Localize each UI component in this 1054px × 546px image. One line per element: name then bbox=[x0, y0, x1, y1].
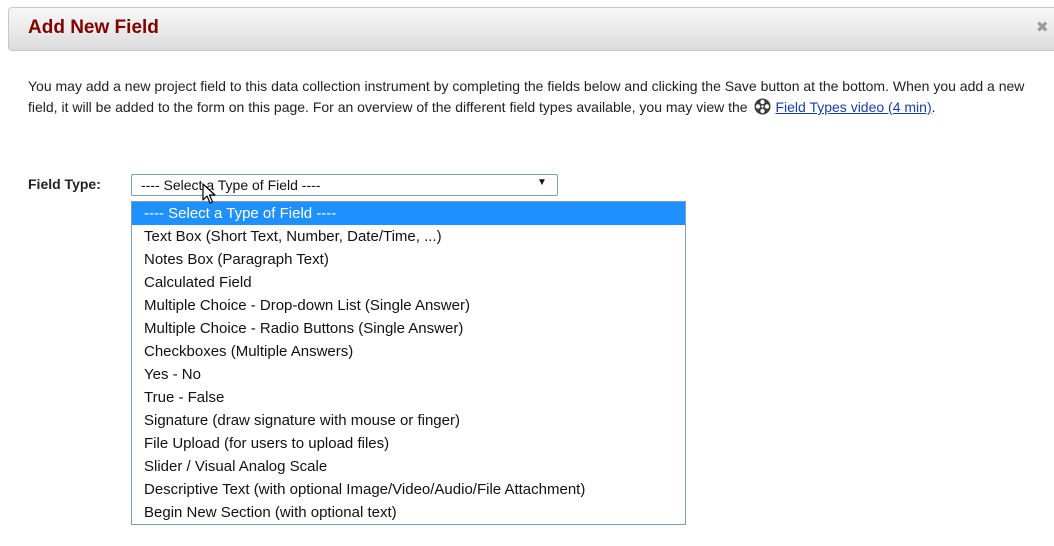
field-types-video-link[interactable]: Field Types video (4 min) bbox=[775, 99, 931, 115]
field-type-option[interactable]: True - False bbox=[132, 386, 685, 409]
field-type-option[interactable]: Slider / Visual Analog Scale bbox=[132, 455, 685, 478]
field-type-options-list: ---- Select a Type of Field ---- Text Box… bbox=[131, 201, 686, 525]
field-type-option[interactable]: Multiple Choice - Radio Buttons (Single … bbox=[132, 317, 685, 340]
field-type-option[interactable]: Signature (draw signature with mouse or … bbox=[132, 409, 685, 432]
field-type-option[interactable]: ---- Select a Type of Field ---- bbox=[132, 202, 685, 225]
dialog-title: Add New Field bbox=[28, 17, 159, 38]
field-type-selected-value: ---- Select a Type of Field ---- bbox=[141, 177, 321, 193]
field-type-option[interactable]: Notes Box (Paragraph Text) bbox=[132, 248, 685, 271]
field-type-option[interactable]: Text Box (Short Text, Number, Date/Time,… bbox=[132, 225, 685, 248]
field-type-option[interactable]: Multiple Choice - Drop-down List (Single… bbox=[132, 294, 685, 317]
field-type-option[interactable]: Checkboxes (Multiple Answers) bbox=[132, 340, 685, 363]
dialog-titlebar bbox=[8, 7, 1054, 51]
field-type-label: Field Type: bbox=[28, 176, 101, 192]
film-reel-icon bbox=[754, 98, 771, 115]
intro-paragraph: You may add a new project field to this … bbox=[28, 76, 1038, 118]
field-type-option[interactable]: Yes - No bbox=[132, 363, 685, 386]
intro-period: . bbox=[931, 99, 936, 115]
mouse-cursor-icon bbox=[202, 183, 216, 204]
close-icon[interactable]: ✖ bbox=[1036, 20, 1052, 36]
field-type-option[interactable]: Begin New Section (with optional text) bbox=[132, 501, 685, 524]
add-new-field-dialog: Add New Field ✖ You may add a new projec… bbox=[0, 0, 1054, 546]
chevron-down-icon: ▼ bbox=[537, 177, 547, 188]
field-type-option[interactable]: Descriptive Text (with optional Image/Vi… bbox=[132, 478, 685, 501]
field-type-select[interactable]: ---- Select a Type of Field ---- ▼ bbox=[131, 174, 558, 196]
field-type-option[interactable]: File Upload (for users to upload files) bbox=[132, 432, 685, 455]
field-type-option[interactable]: Calculated Field bbox=[132, 271, 685, 294]
